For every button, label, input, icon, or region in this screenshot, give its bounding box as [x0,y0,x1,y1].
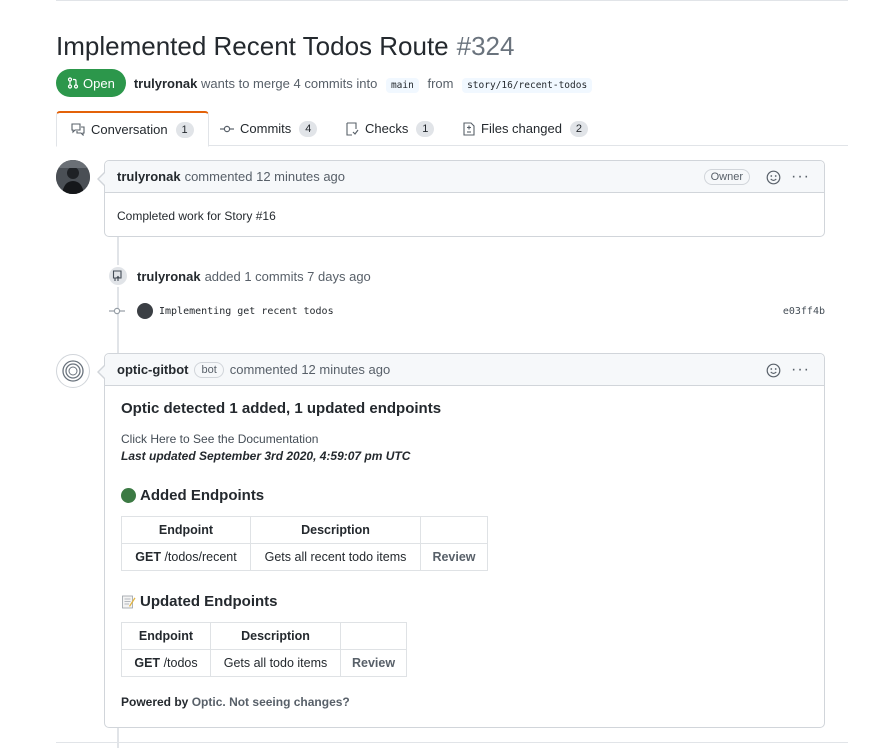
tab-commits-count: 4 [299,120,318,137]
tab-conversation-label: Conversation [91,122,168,137]
bot-badge: bot [194,361,224,378]
documentation-link[interactable]: Click Here to See the Documentation [121,431,808,448]
not-seeing-changes-link[interactable]: Not seeing changes? [229,695,350,709]
description-cell: Gets all recent todo items [250,543,421,571]
owner-comment: trulyronak commented 12 minutes ago Owne… [97,160,825,237]
comment-body: Completed work for Story #16 [117,209,276,223]
memo-icon [122,595,136,609]
endpoint-cell: GET /todos/recent [121,543,251,571]
user-avatar-image [56,160,90,194]
endpoint-cell: GET /todos [121,649,211,677]
owner-badge: Owner [703,169,751,185]
endpoint-method: GET [135,550,161,564]
optic-logo-icon [62,360,84,382]
git-commit-icon [220,125,234,132]
comment-author[interactable]: optic-gitbot [117,362,188,377]
commit-row: Implementing get recent todos e03ff4b [109,302,825,320]
pr-author-link[interactable]: trulyronak [134,76,198,91]
head-branch[interactable]: story/16/recent-todos [462,77,593,93]
column-header-endpoint: Endpoint [121,622,211,650]
add-reaction-icon[interactable] [766,170,781,185]
pr-number: #324 [456,31,515,61]
comment-header: trulyronak commented 12 minutes ago Owne… [105,161,824,193]
table-row: GET /todos Gets all todo items Review [121,649,408,677]
powered-by-footer: Powered by Optic. Not seeing changes? [121,695,808,709]
commit-sha[interactable]: e03ff4b [783,306,825,317]
added-endpoints-title: Added Endpoints [140,487,265,504]
comment-discussion-icon [71,123,85,136]
git-commit-icon [109,307,125,315]
tab-files-changed-label: Files changed [481,121,562,136]
commit-author-avatar[interactable] [137,303,153,319]
optic-link[interactable]: Optic. [192,695,226,709]
top-divider [56,0,848,1]
tab-conversation[interactable]: Conversation 1 [56,111,209,147]
tab-commits-label: Commits [240,121,292,136]
column-header-action [420,516,488,544]
pr-title-text: Implemented Recent Todos Route [56,31,449,61]
endpoint-path: /todos/recent [164,550,237,564]
kebab-menu-icon[interactable]: ··· [791,362,810,378]
powered-by-text: Powered by [121,695,189,709]
added-endpoints-heading: Added Endpoints [121,487,808,504]
green-circle-icon [121,488,136,503]
column-header-description: Description [250,516,421,544]
endpoint-path: /todos [163,656,198,670]
tab-files-changed-count: 2 [569,120,588,137]
tab-commits[interactable]: Commits 4 [220,111,318,146]
table-row: GET /todos/recent Gets all recent todo i… [121,543,488,571]
table-header-row: Endpoint Description [121,622,408,650]
tab-checks[interactable]: Checks 1 [346,111,435,146]
file-diff-icon [463,121,475,136]
pull-request-icon [67,77,79,89]
comment-header: optic-gitbot bot commented 12 minutes ag… [105,354,824,386]
updated-endpoints-table: Endpoint Description GET /todos Gets all… [121,622,408,677]
bottom-divider [56,742,848,743]
optic-summary-heading: Optic detected 1 added, 1 updated endpoi… [121,400,442,417]
pr-title: Implemented Recent Todos Route #324 [56,28,514,64]
comment-timestamp[interactable]: commented 12 minutes ago [185,169,345,184]
pr-merge-summary: trulyronak wants to merge 4 commits into… [134,75,597,93]
comment-actions: Owner ··· [703,161,810,193]
pr-state-badge: Open [56,69,126,97]
kebab-menu-icon[interactable]: ··· [791,169,810,185]
review-link[interactable]: Review [420,543,488,571]
bot-comment: optic-gitbot bot commented 12 minutes ag… [97,353,825,728]
added-endpoints-table: Endpoint Description GET /todos/recent G… [121,516,488,571]
from-text: from [427,75,454,91]
event-text: added 1 commits 7 days ago [204,268,371,284]
avatar[interactable] [56,160,90,194]
add-reaction-icon[interactable] [766,363,781,378]
tab-conversation-count: 1 [175,121,194,138]
pr-meta: Open trulyronak wants to merge 4 commits… [56,69,597,97]
tab-files-changed[interactable]: Files changed 2 [463,111,588,146]
pr-state-label: Open [83,75,115,91]
updated-endpoints-title: Updated Endpoints [140,593,278,610]
merge-text: wants to merge 4 commits into [201,75,378,91]
tab-checks-count: 1 [416,120,435,137]
column-header-description: Description [210,622,341,650]
commits-added-event: trulyronak added 1 commits 7 days ago [107,265,371,287]
table-header-row: Endpoint Description [121,516,488,544]
endpoint-method: GET [134,656,161,670]
commit-message[interactable]: Implementing get recent todos [159,306,334,317]
comment-author[interactable]: trulyronak [117,169,181,184]
base-branch[interactable]: main [385,77,419,93]
comment-timestamp[interactable]: commented 12 minutes ago [230,362,390,377]
comment-body: Optic detected 1 added, 1 updated endpoi… [105,400,824,709]
event-author[interactable]: trulyronak [137,269,201,284]
column-header-endpoint: Endpoint [121,516,251,544]
last-updated-text: Last updated September 3rd 2020, 4:59:07… [121,449,411,463]
column-header-action [339,622,408,650]
tab-checks-label: Checks [365,121,409,136]
updated-endpoints-heading: Updated Endpoints [121,593,808,610]
pr-tabs: Conversation 1 Commits 4 Checks 1 Files … [56,111,848,147]
review-link[interactable]: Review [339,649,408,677]
description-cell: Gets all todo items [210,649,341,677]
checklist-icon [346,121,359,136]
comment-actions: ··· [766,354,810,386]
avatar[interactable] [56,354,90,388]
repo-push-icon [107,265,129,287]
